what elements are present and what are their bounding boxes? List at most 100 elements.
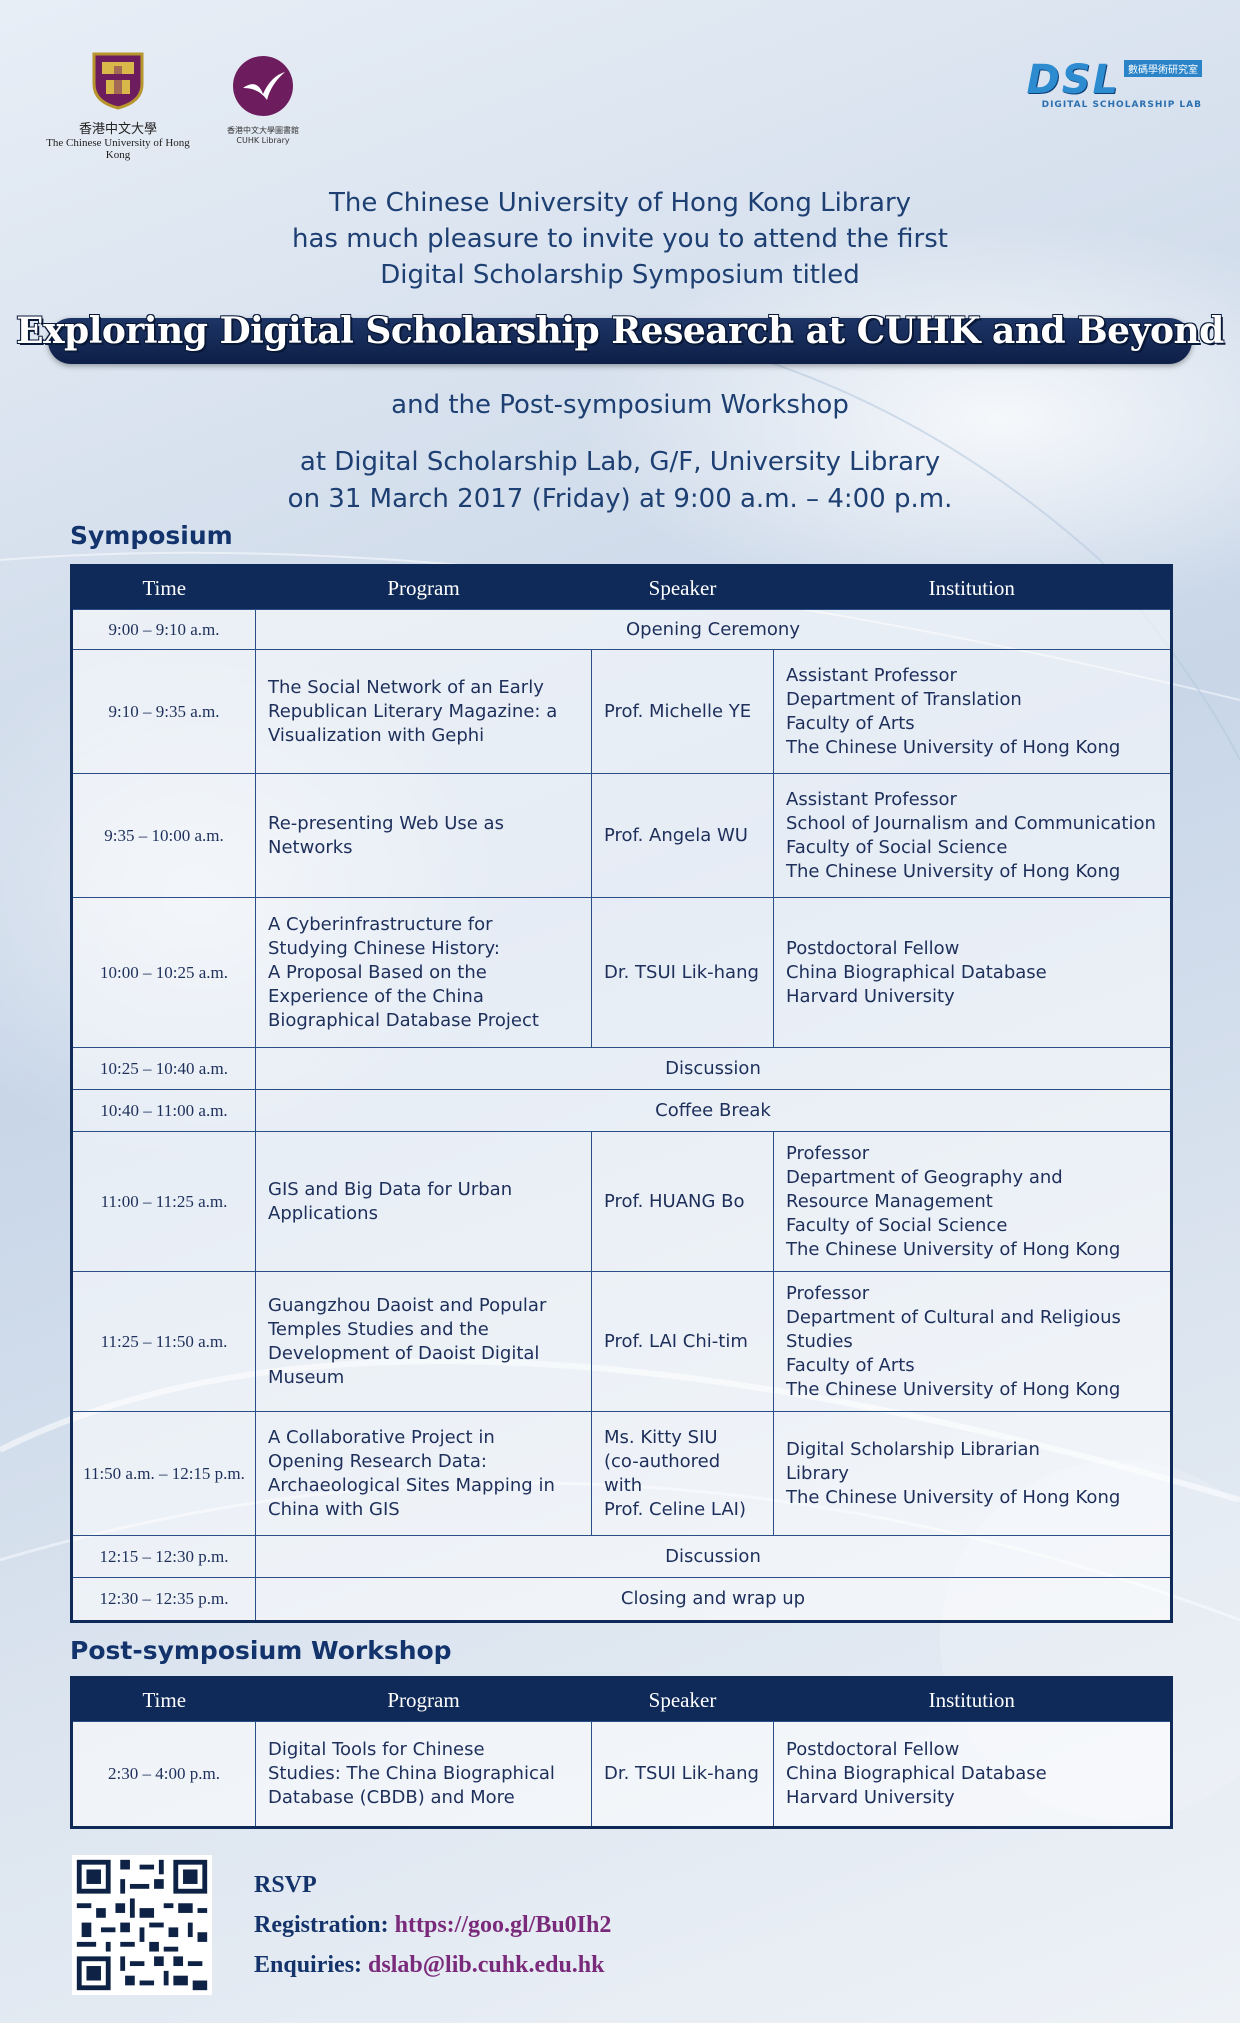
enquiries-label: Enquiries: <box>254 1952 363 1978</box>
speaker-cell: Prof. HUANG Bo <box>591 1131 774 1272</box>
table-row: 10:00 – 10:25 a.m. A Cyberinfrastructure … <box>71 897 1172 1048</box>
time-cell: 9:10 – 9:35 a.m. <box>71 649 256 774</box>
time-cell: 11:25 – 11:50 a.m. <box>71 1271 256 1412</box>
time-cell: 10:40 – 11:00 a.m. <box>71 1089 256 1132</box>
table-row: 2:30 – 4:00 p.m. Digital Tools for Chines… <box>71 1721 1172 1828</box>
institution-cell: Digital Scholarship Librarian Library The … <box>773 1411 1172 1536</box>
rsvp-section: RSVP Registration: https://goo.gl/Bu0Ih2… <box>72 1855 972 1995</box>
session-cell: Coffee Break <box>255 1089 1172 1132</box>
program-line: Digital Tools for Chinese <box>268 1739 485 1760</box>
intro-line-3: Digital Scholarship Symposium titled <box>380 260 860 290</box>
session-cell: Discussion <box>255 1047 1172 1090</box>
library-name-zh: 香港中文大學圖書館 <box>227 126 299 135</box>
table-row: 12:30 – 12:35 p.m. Closing and wrap up <box>71 1577 1172 1622</box>
header-time: Time <box>71 1677 256 1722</box>
table-row: 11:50 a.m. – 12:15 p.m. A Collaborative P… <box>71 1411 1172 1536</box>
registration-link[interactable]: https://goo.gl/Bu0Ih2 <box>395 1912 612 1938</box>
institution-cell: Professor Department of Cultural and Reli… <box>773 1271 1172 1412</box>
institution-cell: Professor Department of Geography and Reso… <box>773 1131 1172 1272</box>
institution-cell: Assistant Professor Department of Transla… <box>773 649 1172 774</box>
library-emblem-icon <box>233 56 293 116</box>
institution-line: Postdoctoral Fellow <box>786 937 960 959</box>
speaker-line: Prof. LAI Chi-tim <box>604 1330 748 1352</box>
session-cell: Closing and wrap up <box>255 1577 1172 1622</box>
enquiries-line: Enquiries: dslab@lib.cuhk.edu.hk <box>254 1945 611 1985</box>
program-line: Temples Studies and the <box>268 1318 489 1340</box>
program-cell: Digital Tools for Chinese Studies: The Ch… <box>255 1721 592 1828</box>
speaker-cell: Ms. Kitty SIU (co-authored with Prof. Celi… <box>591 1411 774 1536</box>
cuhk-logo: 香港中文大學 The Chinese University of Hong Ko… <box>38 50 198 161</box>
institution-line: Faculty of Social Science <box>786 836 1008 858</box>
table-row: 10:25 – 10:40 a.m. Discussion <box>71 1047 1172 1090</box>
institution-line: Professor <box>786 1282 870 1304</box>
time-cell: 9:35 – 10:00 a.m. <box>71 773 256 898</box>
speaker-line: Prof. HUANG Bo <box>604 1190 745 1212</box>
time-cell: 9:00 – 9:10 a.m. <box>71 609 256 650</box>
workshop-subtitle: and the Post-symposium Workshop <box>391 390 849 420</box>
program-cell: Guangzhou Daoist and Popular Temples Stud… <box>255 1271 592 1412</box>
speaker-cell: Prof. Michelle YE <box>591 649 774 774</box>
speaker-cell: Dr. TSUI Lik-hang <box>591 1721 774 1828</box>
rsvp-text: RSVP Registration: https://goo.gl/Bu0Ih2… <box>254 1865 611 1985</box>
dsl-name-zh: 數碼學術研究室 <box>1124 60 1202 77</box>
symposium-schedule-table: Time Program Speaker Institution 9:00 – … <box>70 564 1173 1623</box>
table-header-row: Time Program Speaker Institution <box>71 565 1172 610</box>
invitation-intro: The Chinese University of Hong Kong Libr… <box>0 185 1240 293</box>
speaker-line: Ms. Kitty SIU <box>604 1426 718 1448</box>
header-speaker: Speaker <box>591 565 774 610</box>
program-cell: The Social Network of an Early Republican… <box>255 649 592 774</box>
program-line: Archaeological Sites Mapping in <box>268 1474 555 1496</box>
dsl-mark: DSL <box>1026 57 1120 103</box>
program-line: A Collaborative Project in <box>268 1426 495 1448</box>
program-line: GIS and Big Data for Urban <box>268 1178 513 1200</box>
institution-line: Harvard University <box>786 985 955 1007</box>
institution-line: Faculty of Social Science <box>786 1214 1008 1236</box>
venue-line: at Digital Scholarship Lab, G/F, Univers… <box>299 447 941 477</box>
institution-line: Assistant Professor <box>786 664 957 686</box>
institution-cell: Postdoctoral Fellow China Biographical Da… <box>773 897 1172 1048</box>
program-cell: A Cyberinfrastructure for Studying Chines… <box>255 897 592 1048</box>
speaker-line: Prof. Michelle YE <box>604 700 752 722</box>
library-name-en: CUHK Library <box>236 136 290 145</box>
institution-line: Department of Cultural and Religious <box>786 1306 1121 1328</box>
time-cell: 11:00 – 11:25 a.m. <box>71 1131 256 1272</box>
program-line: China with GIS <box>268 1498 400 1520</box>
enquiries-email-link[interactable]: dslab@lib.cuhk.edu.hk <box>368 1952 604 1978</box>
session-cell: Discussion <box>255 1535 1172 1578</box>
symposium-title: Exploring Digital Scholarship Research a… <box>16 310 1224 352</box>
cuhk-name-zh: 香港中文大學 <box>78 122 157 137</box>
program-line: Applications <box>268 1202 378 1224</box>
cuhk-name-en: The Chinese University of Hong Kong <box>46 137 190 161</box>
rsvp-heading: RSVP <box>254 1872 317 1898</box>
institution-line: Professor <box>786 1142 870 1164</box>
table-row: 10:40 – 11:00 a.m. Coffee Break <box>71 1089 1172 1132</box>
program-line: Networks <box>268 836 353 858</box>
header-institution: Institution <box>773 565 1172 610</box>
time-cell: 11:50 a.m. – 12:15 p.m. <box>71 1411 256 1536</box>
table-row: 9:10 – 9:35 a.m. The Social Network of an… <box>71 649 1172 774</box>
table-row: 9:35 – 10:00 a.m. Re-presenting Web Use a… <box>71 773 1172 898</box>
institution-line: Digital Scholarship Librarian <box>786 1438 1040 1460</box>
qr-code-icon[interactable] <box>72 1855 212 1995</box>
program-cell: A Collaborative Project in Opening Resear… <box>255 1411 592 1536</box>
workshop-heading: Post-symposium Workshop <box>70 1636 452 1665</box>
table-row: 11:25 – 11:50 a.m. Guangzhou Daoist and P… <box>71 1271 1172 1412</box>
symposium-heading: Symposium <box>70 521 233 550</box>
program-line: Visualization with Gephi <box>268 724 485 746</box>
institution-cell: Postdoctoral Fellow China Biographical Da… <box>773 1721 1172 1828</box>
institution-line: The Chinese University of Hong Kong <box>786 1238 1121 1260</box>
institution-cell: Assistant Professor School of Journalism … <box>773 773 1172 898</box>
program-line: Opening Research Data: <box>268 1450 487 1472</box>
program-line: Studying Chinese History: <box>268 937 500 959</box>
institution-line: The Chinese University of Hong Kong <box>786 1378 1121 1400</box>
institution-line: Postdoctoral Fellow <box>786 1739 960 1760</box>
header-logos: 香港中文大學 The Chinese University of Hong Ko… <box>38 50 1202 161</box>
intro-line-1: The Chinese University of Hong Kong Libr… <box>328 188 912 218</box>
date-time-line: on 31 March 2017 (Friday) at 9:00 a.m. –… <box>287 484 953 514</box>
speaker-line: Dr. TSUI Lik-hang <box>604 961 759 983</box>
speaker-line: Dr. TSUI Lik-hang <box>604 1763 759 1784</box>
dsl-logo: DSL 數碼學術研究室 DIGITAL SCHOLARSHIP LAB <box>992 60 1202 110</box>
table-header-row: Time Program Speaker Institution <box>71 1677 1172 1722</box>
institution-line: The Chinese University of Hong Kong <box>786 860 1121 882</box>
library-logo: 香港中文大學圖書館 CUHK Library <box>208 54 318 145</box>
